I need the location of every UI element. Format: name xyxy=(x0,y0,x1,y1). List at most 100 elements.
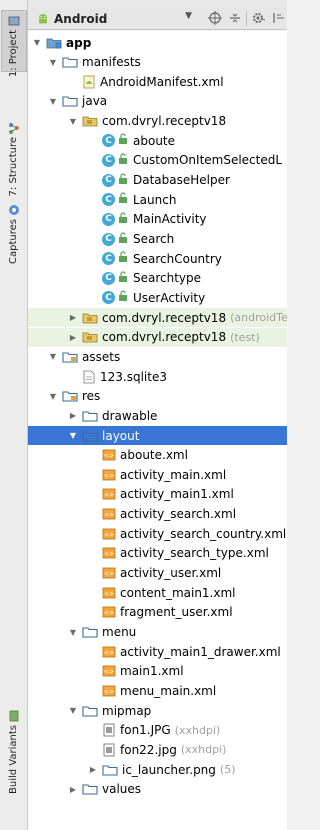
collapse-icon[interactable] xyxy=(228,11,242,25)
tree-item-activity-search-xml[interactable]: <> activity_search.xml xyxy=(28,505,287,524)
tree-item-layout[interactable]: ▼ layout xyxy=(28,426,287,445)
folder-icon xyxy=(82,409,102,423)
xml-file-icon: <> xyxy=(102,546,120,560)
svg-text:<>: <> xyxy=(104,512,114,519)
xml-file-icon: <> xyxy=(102,684,120,698)
view-mode-dropdown[interactable]: Android ▼ xyxy=(36,10,204,27)
public-lock-icon xyxy=(118,290,133,305)
tree-item-manifests[interactable]: ▼ manifests xyxy=(28,53,287,72)
tree-item-assets[interactable]: ▼ assets xyxy=(28,347,287,366)
collapse-arrow-icon[interactable]: ▶ xyxy=(68,780,78,799)
tab-build-variants[interactable]: Build Variants xyxy=(1,706,27,794)
tree-item-com-dvryl-receptv18[interactable]: ▶ com.dvryl.receptv18 (test) xyxy=(28,327,287,347)
tree-item-res[interactable]: ▼ res xyxy=(28,387,287,406)
project-icon xyxy=(8,16,20,26)
tree-item-searchcountry[interactable]: C SearchCountry xyxy=(28,249,287,268)
folder-icon xyxy=(82,704,102,718)
tree-item-activity-user-xml[interactable]: <> activity_user.xml xyxy=(28,564,287,583)
tree-item-com-dvryl-receptv18[interactable]: ▶ com.dvryl.receptv18 (androidTe xyxy=(28,308,287,328)
tree-item-label: menu xyxy=(102,625,137,639)
image-file-icon xyxy=(102,743,120,757)
expand-arrow-icon[interactable]: ▼ xyxy=(48,347,58,366)
public-lock-icon xyxy=(118,212,133,227)
tree-item-hint: (xxhdpi) xyxy=(180,743,227,757)
tree-item-activity-main1-xml[interactable]: <> activity_main1.xml xyxy=(28,485,287,504)
tab-structure[interactable]: 7: Structure xyxy=(1,118,27,196)
collapse-arrow-icon[interactable]: ▶ xyxy=(68,328,78,347)
tree-item-aboute[interactable]: Caboute xyxy=(28,131,287,150)
tree-item-fon22-jpg[interactable]: fon22.jpg (xxhdpi) xyxy=(28,740,287,759)
captures-icon xyxy=(9,205,19,215)
tree-item-useractivity[interactable]: C UserActivity xyxy=(28,288,287,307)
public-lock-icon xyxy=(118,153,133,168)
chevron-down-icon: ▼ xyxy=(185,11,192,21)
xml-file-icon: <> xyxy=(102,566,120,580)
tree-item-activity-search-country-xml[interactable]: <> activity_search_country.xml xyxy=(28,524,287,543)
sync-icon[interactable] xyxy=(208,11,222,25)
tree-item-databasehelper[interactable]: C DatabaseHelper xyxy=(28,171,287,190)
tree-item-label: MainActivity xyxy=(133,212,207,227)
svg-text:<>: <> xyxy=(104,669,114,676)
tree-item-ic-launcher-png[interactable]: ▶ ic_launcher.png (5) xyxy=(28,760,287,779)
settings-icon[interactable] xyxy=(252,11,266,25)
package-icon xyxy=(82,330,102,344)
tree-item-searchtype[interactable]: C Searchtype xyxy=(28,269,287,288)
tree-item-drawable[interactable]: ▶ drawable xyxy=(28,406,287,425)
hide-icon[interactable] xyxy=(272,11,286,25)
package-icon xyxy=(82,114,102,128)
view-mode-label: Android xyxy=(54,11,108,26)
header-separator xyxy=(246,11,247,26)
tree-item-app[interactable]: ▼ app xyxy=(28,33,287,52)
collapse-arrow-icon[interactable]: ▶ xyxy=(88,760,98,779)
tree-item-label: java xyxy=(82,94,108,109)
tree-item-label: aboute.xml xyxy=(120,448,188,463)
tree-item-label: activity_search_type.xml xyxy=(120,546,269,561)
tree-item-mainactivity[interactable]: C MainActivity xyxy=(28,210,287,229)
tree-item-aboute-xml[interactable]: <> aboute.xml xyxy=(28,446,287,465)
tree-item-com-dvryl-receptv18[interactable]: ▼ com.dvryl.receptv18 xyxy=(28,112,287,131)
tree-item-fon1-jpg[interactable]: fon1.JPG (xxhdpi) xyxy=(28,721,287,740)
expand-arrow-icon[interactable]: ▼ xyxy=(48,53,58,72)
expand-arrow-icon[interactable]: ▼ xyxy=(32,33,42,52)
tab-captures-label: Captures xyxy=(8,219,19,264)
tree-item-search[interactable]: C Search xyxy=(28,230,287,249)
tree-item-launch[interactable]: C Launch xyxy=(28,190,287,209)
expand-arrow-icon[interactable]: ▼ xyxy=(68,701,78,720)
tab-captures[interactable]: Captures xyxy=(1,200,27,266)
tree-item-androidmanifest-xml[interactable]: AndroidManifest.xml xyxy=(28,72,287,91)
tree-item-label: fon22.jpg xyxy=(120,742,177,757)
xml-file-icon: <> xyxy=(102,605,120,619)
expand-arrow-icon[interactable]: ▼ xyxy=(68,112,78,131)
tree-item-123-sqlite3[interactable]: 123.sqlite3 xyxy=(28,367,287,386)
expand-arrow-icon[interactable]: ▼ xyxy=(68,426,78,445)
tree-item-activity-main1-drawer-xml[interactable]: <> activity_main1_drawer.xml xyxy=(28,642,287,661)
expand-arrow-icon[interactable]: ▼ xyxy=(68,623,78,642)
tree-item-mipmap[interactable]: ▼ mipmap xyxy=(28,701,287,720)
tree-item-label: menu_main.xml xyxy=(120,683,217,698)
collapse-arrow-icon[interactable]: ▶ xyxy=(68,308,78,327)
tree-item-activity-search-type-xml[interactable]: <> activity_search_type.xml xyxy=(28,544,287,563)
tree-item-menu-main-xml[interactable]: <> menu_main.xml xyxy=(28,681,287,700)
collapse-arrow-icon[interactable]: ▶ xyxy=(68,406,78,425)
svg-text:<>: <> xyxy=(104,492,114,499)
tab-project[interactable]: 1: Project xyxy=(1,10,27,77)
tree-item-menu[interactable]: ▼ menu xyxy=(28,623,287,642)
expand-arrow-icon[interactable]: ▼ xyxy=(48,387,58,406)
tree-item-content-main1-xml[interactable]: <> content_main1.xml xyxy=(28,583,287,602)
tree-item-main1-xml[interactable]: <> main1.xml xyxy=(28,662,287,681)
tree-item-activity-main-xml[interactable]: <> activity_main.xml xyxy=(28,465,287,484)
tree-item-fragment-user-xml[interactable]: <> fragment_user.xml xyxy=(28,603,287,622)
tree-item-java[interactable]: ▼ java xyxy=(28,92,287,111)
tree-item-values[interactable]: ▶ values xyxy=(28,780,287,799)
tree-item-customonitemselectedl[interactable]: C CustomOnItemSelectedL xyxy=(28,151,287,170)
expand-arrow-icon[interactable]: ▼ xyxy=(48,92,58,111)
tree-item-hint: (androidTe xyxy=(230,311,287,325)
